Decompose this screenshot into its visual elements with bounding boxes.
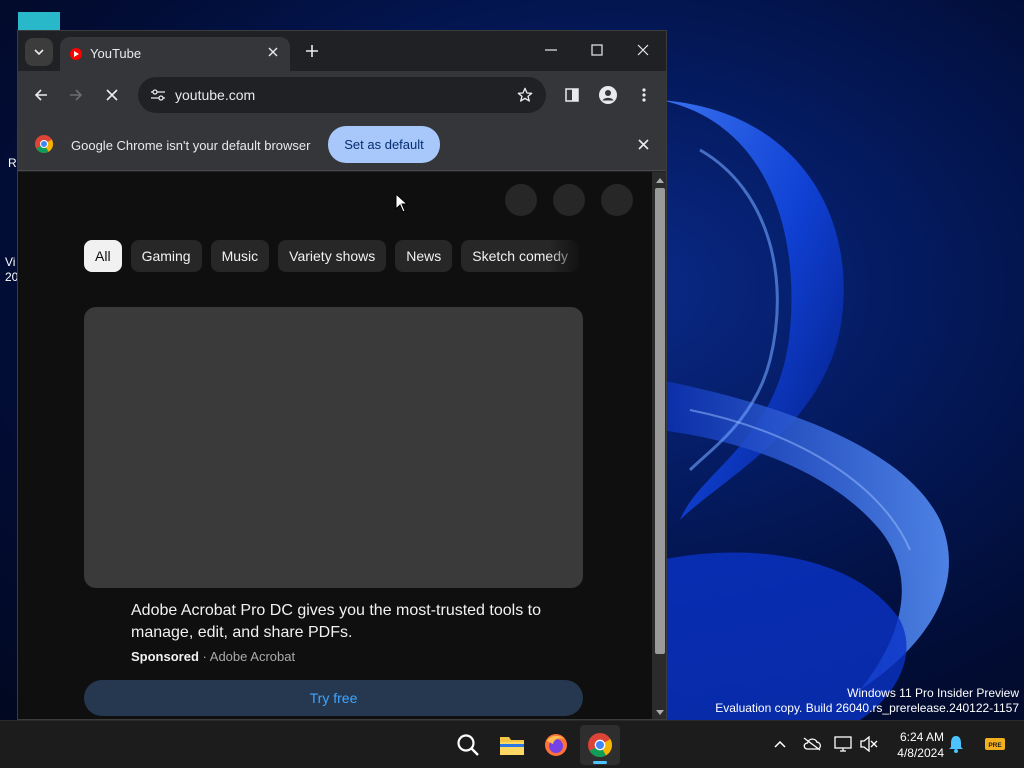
url-text[interactable]: youtube.com: [175, 87, 255, 103]
chevron-down-icon: [34, 49, 44, 55]
tab-search-button[interactable]: [25, 38, 53, 66]
network-tray[interactable]: [832, 733, 854, 755]
taskbar-firefox[interactable]: [536, 725, 576, 765]
notifications-button-placeholder[interactable]: [553, 184, 585, 216]
scroll-down-arrow[interactable]: [656, 708, 664, 716]
title-bar[interactable]: YouTube: [18, 31, 666, 71]
site-info-button[interactable]: [146, 83, 170, 107]
close-icon: [637, 138, 649, 150]
bookmark-button[interactable]: [514, 84, 536, 106]
chevron-up-icon: [774, 740, 786, 748]
ad-title[interactable]: Adobe Acrobat Pro DC gives you the most-…: [131, 600, 571, 644]
account-avatar-placeholder[interactable]: [601, 184, 633, 216]
windows-edition-watermark: Windows 11 Pro Insider Preview: [847, 686, 1019, 700]
cloud-off-icon: [803, 737, 821, 751]
caret-down-icon: [656, 709, 664, 715]
ad-thumbnail[interactable]: [84, 307, 583, 588]
default-browser-infobar: Google Chrome isn't your default browser…: [18, 119, 666, 171]
advertiser-name[interactable]: Adobe Acrobat: [210, 649, 295, 664]
clock-time: 6:24 AM: [899, 730, 944, 744]
taskbar-chrome[interactable]: [580, 725, 620, 765]
search-icon: [457, 734, 479, 756]
taskbar-search-button[interactable]: [448, 725, 488, 765]
meta-separator: ·: [202, 649, 207, 664]
side-panel-button[interactable]: [558, 81, 586, 109]
insider-badge: PRE: [984, 733, 1006, 755]
build-watermark: Evaluation copy. Build 26040.rs_prerelea…: [715, 701, 1019, 715]
pre-badge-text: PRE: [988, 742, 1002, 749]
side-panel-icon: [565, 88, 579, 102]
back-button[interactable]: [27, 81, 55, 109]
more-vertical-icon: [642, 88, 646, 102]
plus-icon: [306, 45, 318, 57]
close-window-button[interactable]: [620, 35, 666, 65]
minimize-button[interactable]: [528, 35, 574, 65]
sponsored-label: Sponsored: [131, 649, 199, 664]
profile-button[interactable]: [594, 81, 622, 109]
chip-all[interactable]: All: [84, 240, 122, 272]
taskbar-clock[interactable]: 6:24 AM 4/8/2024: [897, 729, 944, 761]
firefox-icon: [545, 734, 567, 756]
tune-icon: [151, 89, 165, 101]
chips-fade-overlay: [548, 240, 583, 272]
infobar-close-button[interactable]: [634, 135, 652, 153]
onedrive-tray[interactable]: [801, 733, 823, 755]
chip-news[interactable]: News: [395, 240, 453, 272]
arrow-right-icon: [70, 89, 83, 101]
caret-up-icon: [656, 177, 664, 183]
profile-icon: [599, 86, 617, 104]
tab-close-button[interactable]: [264, 43, 282, 61]
set-as-default-button[interactable]: Set as default: [328, 126, 440, 163]
pre-badge-icon: PRE: [985, 738, 1005, 750]
infobar-message: Google Chrome isn't your default browser: [71, 138, 311, 153]
arrow-left-icon: [34, 89, 47, 101]
close-icon: [106, 89, 118, 101]
stop-loading-button[interactable]: [98, 81, 126, 109]
show-hidden-icons-button[interactable]: [769, 733, 791, 755]
page-scrollbar[interactable]: [652, 172, 666, 719]
scroll-up-arrow[interactable]: [656, 176, 664, 184]
close-icon: [268, 47, 278, 57]
maximize-icon: [591, 44, 603, 56]
mouse-cursor-icon: [395, 193, 409, 213]
file-explorer-icon: [500, 737, 524, 755]
notifications-button[interactable]: [945, 733, 967, 755]
scroll-thumb[interactable]: [655, 188, 665, 654]
browser-toolbar: youtube.com: [18, 71, 666, 119]
ad-meta: Sponsored · Adobe Acrobat: [131, 649, 295, 664]
youtube-favicon-icon: [70, 48, 82, 60]
tab-title: YouTube: [90, 46, 142, 61]
create-button-placeholder[interactable]: [505, 184, 537, 216]
maximize-button[interactable]: [574, 35, 620, 65]
forward-button[interactable]: [62, 81, 90, 109]
chip-variety-shows[interactable]: Variety shows: [278, 240, 387, 272]
star-icon: [517, 87, 533, 102]
new-tab-button[interactable]: [300, 39, 324, 63]
volume-muted-icon: [860, 736, 878, 752]
chrome-icon: [588, 733, 612, 757]
tab-youtube[interactable]: YouTube: [60, 37, 290, 71]
bell-icon: [949, 736, 963, 753]
clock-date: 4/8/2024: [897, 746, 944, 760]
chrome-logo-icon: [35, 135, 53, 153]
chip-gaming[interactable]: Gaming: [130, 240, 202, 272]
youtube-page: All Gaming Music Variety shows News Sketch co…: [18, 172, 652, 719]
try-free-button[interactable]: Try free: [84, 680, 583, 716]
address-bar[interactable]: youtube.com: [138, 77, 546, 113]
active-app-indicator: [593, 761, 607, 764]
chrome-window: YouTube youtube.com Google Chrome isn't …: [17, 30, 667, 720]
desktop-icon-label[interactable]: Vi: [5, 255, 15, 269]
close-icon: [637, 44, 649, 56]
chrome-menu-button[interactable]: [630, 81, 658, 109]
taskbar: 6:24 AM 4/8/2024 PRE: [0, 720, 1024, 768]
taskbar-file-explorer[interactable]: [492, 725, 532, 765]
volume-tray[interactable]: [858, 733, 880, 755]
chip-music[interactable]: Music: [210, 240, 270, 272]
filter-chips-bar: All Gaming Music Variety shows News Sketch co…: [84, 240, 581, 272]
minimize-icon: [545, 49, 557, 51]
network-icon: [834, 736, 852, 752]
